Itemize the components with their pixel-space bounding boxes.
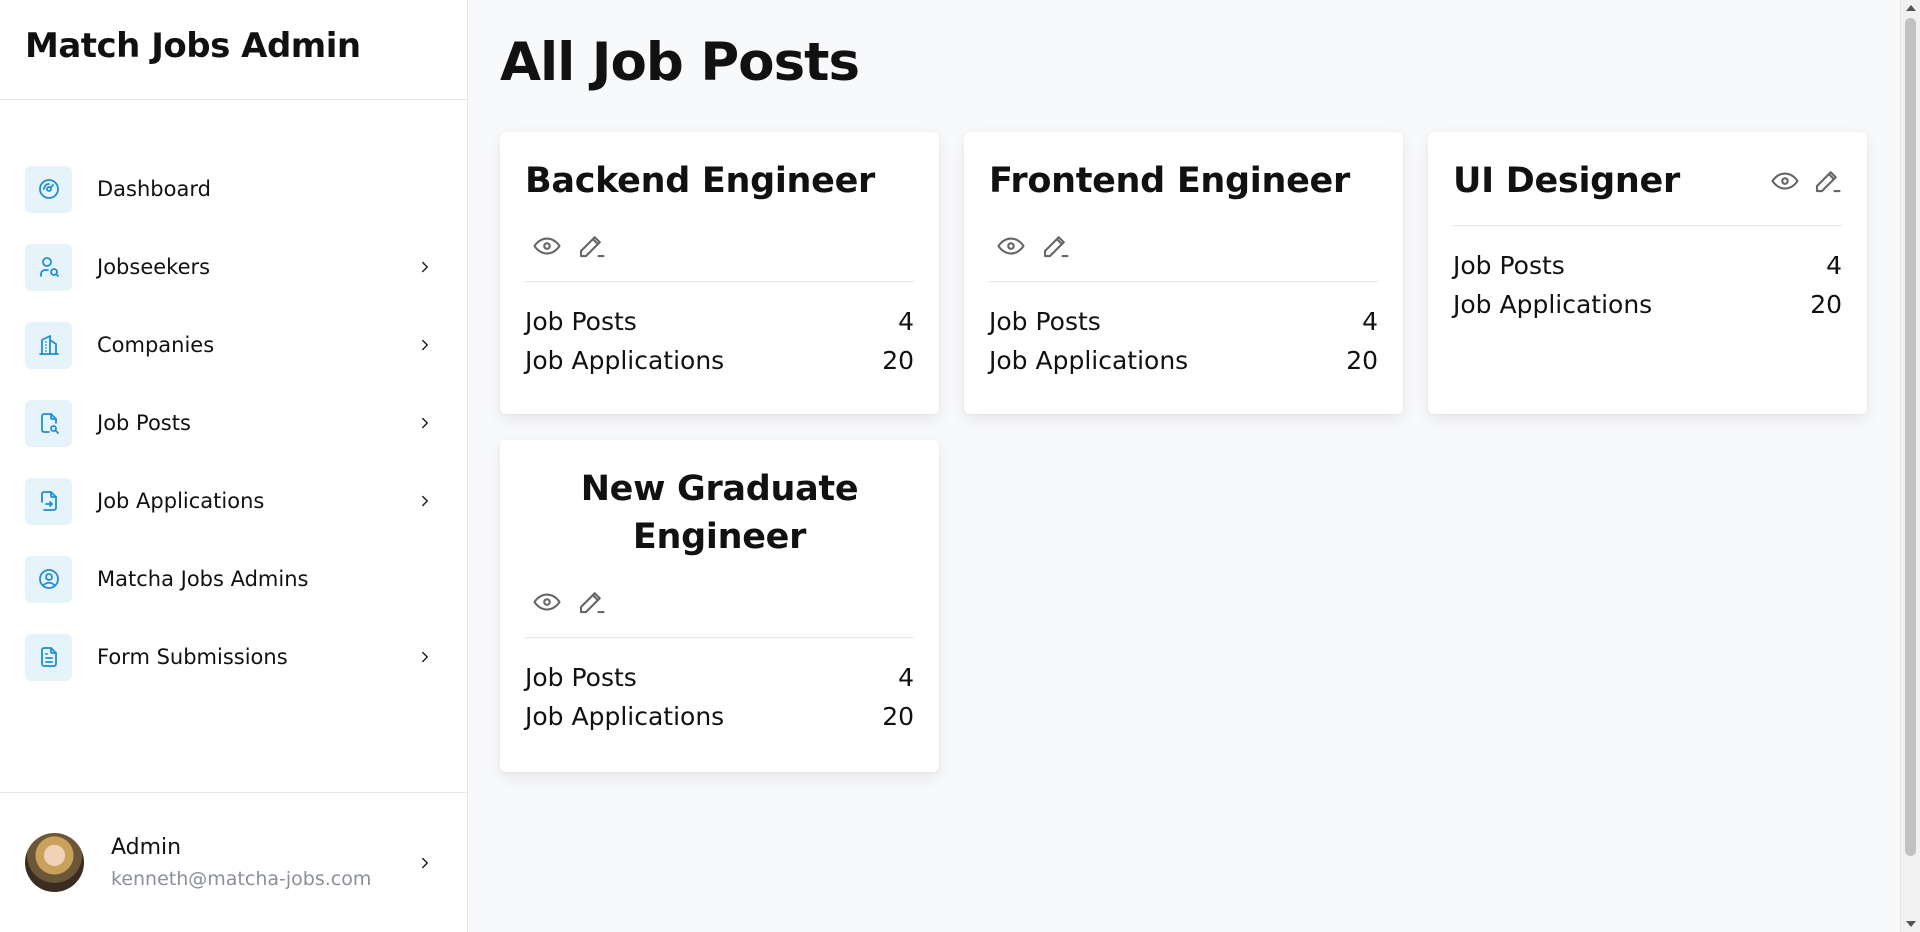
sidebar-item-matcha-jobs-admins[interactable]: Matcha Jobs Admins: [0, 540, 467, 618]
stat-label: Job Applications: [525, 346, 725, 375]
brand-title: Match Jobs Admin: [0, 0, 467, 100]
sidebar-nav: Dashboard Jobseekers Companies Job Posts: [0, 100, 467, 696]
scrollbar-thumb[interactable]: [1905, 18, 1916, 856]
stat-label: Job Applications: [989, 346, 1189, 375]
sidebar-item-label: Job Applications: [97, 489, 265, 513]
job-post-card: Backend Engineer Job Posts 4 Job Applicat…: [500, 132, 939, 414]
stat-value: 20: [1346, 346, 1378, 375]
sidebar-item-label: Form Submissions: [97, 645, 288, 669]
stat-job-posts: Job Posts 4: [989, 302, 1378, 341]
user-circle-icon: [25, 555, 72, 603]
stat-value: 4: [898, 307, 914, 336]
sidebar-item-label: Jobseekers: [97, 255, 211, 279]
card-actions: [989, 231, 1378, 261]
divider: [525, 637, 914, 638]
card-title: UI Designer: [1453, 161, 1680, 201]
edit-icon[interactable]: [576, 231, 606, 261]
stat-label: Job Applications: [525, 702, 725, 731]
sidebar-item-job-applications[interactable]: Job Applications: [0, 462, 467, 540]
divider: [1453, 225, 1842, 226]
edit-icon[interactable]: [1040, 231, 1070, 261]
stat-value: 20: [1810, 290, 1842, 319]
avatar: [25, 833, 84, 892]
card-header: UI Designer: [1453, 157, 1842, 205]
sidebar-item-companies[interactable]: Companies: [0, 306, 467, 384]
user-name: Admin: [111, 835, 182, 860]
edit-icon[interactable]: [1812, 166, 1842, 196]
sidebar-item-label: Dashboard: [97, 177, 211, 201]
eye-icon[interactable]: [532, 231, 562, 261]
stat-label: Job Applications: [1453, 290, 1653, 319]
user-menu[interactable]: Admin kenneth@matcha-jobs.com: [0, 792, 467, 932]
stat-value: 4: [1826, 251, 1842, 280]
sidebar-item-label: Companies: [97, 333, 215, 357]
stat-job-posts: Job Posts 4: [525, 302, 914, 341]
stat-value: 4: [1362, 307, 1378, 336]
card-actions: [525, 587, 914, 617]
chevron-right-icon: [416, 854, 434, 872]
chevron-right-icon: [416, 414, 434, 432]
card-actions: [525, 231, 914, 261]
file-search-icon: [25, 399, 72, 447]
eye-icon[interactable]: [996, 231, 1026, 261]
user-search-icon: [25, 243, 72, 291]
user-email: kenneth@matcha-jobs.com: [111, 868, 372, 890]
sidebar-item-jobseekers[interactable]: Jobseekers: [0, 228, 467, 306]
sidebar-item-job-posts[interactable]: Job Posts: [0, 384, 467, 462]
stat-value: 20: [882, 346, 914, 375]
sidebar-item-dashboard[interactable]: Dashboard: [0, 150, 467, 228]
job-post-card: UI Designer Job Posts 4 Job Applications 2…: [1428, 132, 1867, 414]
chevron-right-icon: [416, 336, 434, 354]
page-title: All Job Posts: [500, 32, 860, 93]
job-post-card: New Graduate Engineer Job Posts 4 Job App…: [500, 440, 939, 772]
stat-job-applications: Job Applications 20: [525, 697, 914, 736]
divider: [525, 281, 914, 282]
eye-icon[interactable]: [532, 587, 562, 617]
sidebar: Match Jobs Admin Dashboard Jobseekers Co…: [0, 0, 468, 932]
edit-icon[interactable]: [576, 587, 606, 617]
file-text-icon: [25, 633, 72, 681]
chevron-right-icon: [416, 492, 434, 510]
card-title: Backend Engineer: [525, 161, 876, 201]
stat-job-applications: Job Applications 20: [525, 341, 914, 380]
user-info: Admin kenneth@matcha-jobs.com: [111, 835, 416, 890]
sidebar-item-form-submissions[interactable]: Form Submissions: [0, 618, 467, 696]
card-title: Frontend Engineer: [989, 161, 1350, 201]
eye-icon[interactable]: [1770, 166, 1800, 196]
scroll-up-arrow[interactable]: [1906, 5, 1916, 11]
stat-value: 4: [898, 663, 914, 692]
card-title: New Graduate Engineer: [580, 469, 859, 557]
divider: [989, 281, 1378, 282]
sidebar-item-label: Job Posts: [97, 411, 191, 435]
card-actions: [1770, 166, 1842, 196]
stat-job-applications: Job Applications 20: [1453, 285, 1842, 324]
stat-value: 20: [882, 702, 914, 731]
stat-label: Job Posts: [1453, 251, 1565, 280]
job-post-card: Frontend Engineer Job Posts 4 Job Applica…: [964, 132, 1403, 414]
stat-label: Job Posts: [525, 307, 637, 336]
file-import-icon: [25, 477, 72, 525]
stat-label: Job Posts: [989, 307, 1101, 336]
stat-job-applications: Job Applications 20: [989, 341, 1378, 380]
vertical-scrollbar[interactable]: [1900, 0, 1920, 932]
dashboard-icon: [25, 165, 72, 213]
building-icon: [25, 321, 72, 369]
stat-job-posts: Job Posts 4: [1453, 246, 1842, 285]
stat-job-posts: Job Posts 4: [525, 658, 914, 697]
scroll-down-arrow[interactable]: [1906, 921, 1916, 927]
stat-label: Job Posts: [525, 663, 637, 692]
chevron-right-icon: [416, 258, 434, 276]
sidebar-item-label: Matcha Jobs Admins: [97, 567, 309, 591]
chevron-right-icon: [416, 648, 434, 666]
